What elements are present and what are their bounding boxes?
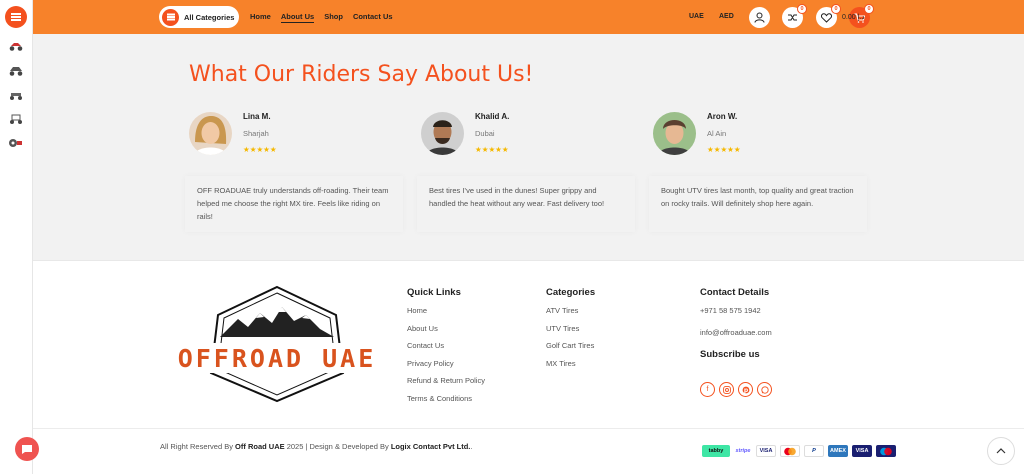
reviewer-name: Khalid A. <box>475 112 510 121</box>
copyright-brand[interactable]: Off Road UAE <box>235 442 285 451</box>
pinterest-icon[interactable]: p <box>738 382 753 397</box>
paypal-badge: P <box>804 445 824 457</box>
mx-tire-icon[interactable] <box>9 138 23 148</box>
contact-phone[interactable]: +971 58 575 1942 <box>700 306 772 315</box>
instagram-icon[interactable] <box>719 382 734 397</box>
footer-link-atv-tires[interactable]: ATV Tires <box>546 306 595 315</box>
footer-link-privacy-policy[interactable]: Privacy Policy <box>407 359 485 368</box>
testimonial-quote: Best tires I’ve used in the dunes! Super… <box>417 176 635 232</box>
currency-selector[interactable]: AED <box>719 13 734 20</box>
cart-total[interactable]: د.إ 0.00 <box>842 13 865 21</box>
utv-icon[interactable] <box>9 66 23 76</box>
contact-title: Contact Details <box>700 287 770 298</box>
subscribe-title: Subscribe us <box>700 349 760 360</box>
logo-wordmark: OFFROAD UAE <box>178 344 377 373</box>
user-icon <box>754 12 765 23</box>
tabby-badge: tabby <box>702 445 730 457</box>
footer-link-refund-policy[interactable]: Refund & Return Policy <box>407 376 485 385</box>
footer-divider <box>33 428 1024 429</box>
all-categories-label: All Categories <box>184 12 235 22</box>
cart-count-badge: 0 <box>864 4 874 14</box>
footer-link-golf-cart-tires[interactable]: Golf Cart Tires <box>546 341 595 350</box>
reviewer-location: Al Ain <box>707 129 727 138</box>
chevron-up-icon <box>996 448 1006 454</box>
categories-title: Categories <box>546 287 596 298</box>
compare-button[interactable]: 0 <box>782 4 807 28</box>
offroad-uae-logo[interactable]: OFFROAD UAE <box>160 285 395 405</box>
footer-link-home[interactable]: Home <box>407 306 485 315</box>
wishlist-button[interactable]: 0 <box>816 4 841 28</box>
contact-column: Contact Details +971 58 575 1942 info@of… <box>700 287 772 368</box>
star-rating: ★★★★★ <box>475 145 509 154</box>
visa-electron-badge: VISA <box>852 445 872 457</box>
reviewer-location: Dubai <box>475 129 495 138</box>
golf-cart-icon[interactable] <box>9 90 23 100</box>
payment-methods: tabby stripe VISA P AMEX VISA <box>702 445 896 457</box>
stripe-badge: stripe <box>735 448 751 454</box>
quick-links-column: Quick Links Home About Us Contact Us Pri… <box>407 287 485 411</box>
whatsapp-icon[interactable] <box>757 382 772 397</box>
all-categories-button[interactable]: All Categories <box>159 6 239 28</box>
section-divider <box>33 260 1024 261</box>
footer-link-terms[interactable]: Terms & Conditions <box>407 394 485 403</box>
nav-contact-us[interactable]: Contact Us <box>353 12 393 23</box>
footer-link-about-us[interactable]: About Us <box>407 324 485 333</box>
copyright-text: All Right Reserved By Off Road UAE 2025 … <box>160 442 473 451</box>
reviewer-location: Sharjah <box>243 129 269 138</box>
atv-icon[interactable] <box>9 41 23 51</box>
buggy-icon[interactable] <box>9 114 23 124</box>
shuffle-icon <box>788 14 797 21</box>
main-nav: Home About Us Shop Contact Us <box>250 12 393 23</box>
wishlist-count-badge: 0 <box>831 4 841 14</box>
mastercard-badge <box>780 445 800 457</box>
nav-home[interactable]: Home <box>250 12 271 23</box>
avatar <box>421 112 464 155</box>
avatar <box>189 112 232 155</box>
svg-text:p: p <box>743 387 748 394</box>
visa-badge: VISA <box>756 445 776 457</box>
copyright-suffix: . <box>470 442 473 451</box>
testimonials-title: What Our Riders Say About Us! <box>189 62 534 87</box>
star-rating: ★★★★★ <box>243 145 277 154</box>
reviewer-name: Lina M. <box>243 112 271 121</box>
hamburger-icon <box>162 8 179 26</box>
testimonial-quote: Bought UTV tires last month, top quality… <box>649 176 867 232</box>
copyright-prefix: All Right Reserved By <box>160 442 236 451</box>
contact-email[interactable]: info@offroaduae.com <box>700 328 772 337</box>
avatar <box>653 112 696 155</box>
developer-link[interactable]: Logix Contact Pvt Ltd. <box>391 442 471 451</box>
footer-link-mx-tires[interactable]: MX Tires <box>546 359 595 368</box>
testimonial-quote: OFF ROADUAE truly understands off-roadin… <box>185 176 403 232</box>
reviewer-name: Aron W. <box>707 112 738 121</box>
categories-column: Categories ATV Tires UTV Tires Golf Cart… <box>546 287 595 376</box>
site-header: All Categories Home About Us Shop Contac… <box>33 0 1024 34</box>
chat-button[interactable] <box>15 437 39 461</box>
nav-shop[interactable]: Shop <box>324 12 343 23</box>
nav-about-us[interactable]: About Us <box>280 12 315 23</box>
menu-toggle-button[interactable] <box>5 6 27 28</box>
country-selector[interactable]: UAE <box>689 13 704 20</box>
footer-link-utv-tires[interactable]: UTV Tires <box>546 324 595 333</box>
account-button[interactable] <box>749 7 770 28</box>
copyright-middle: 2025 | Design & Developed By <box>284 442 391 451</box>
quick-links-title: Quick Links <box>407 287 461 298</box>
back-to-top-button[interactable] <box>987 437 1015 465</box>
amex-badge: AMEX <box>828 445 848 457</box>
social-links: f p <box>700 382 772 397</box>
testimonials-section: What Our Riders Say About Us! Lina M. Sh… <box>33 34 1024 260</box>
left-category-rail <box>0 0 39 474</box>
compare-count-badge: 0 <box>797 4 807 14</box>
maestro-badge <box>876 445 896 457</box>
star-rating: ★★★★★ <box>707 145 741 154</box>
heart-icon <box>821 12 832 23</box>
chat-icon <box>22 444 32 454</box>
facebook-icon[interactable]: f <box>700 382 715 397</box>
footer-link-contact-us[interactable]: Contact Us <box>407 341 485 350</box>
